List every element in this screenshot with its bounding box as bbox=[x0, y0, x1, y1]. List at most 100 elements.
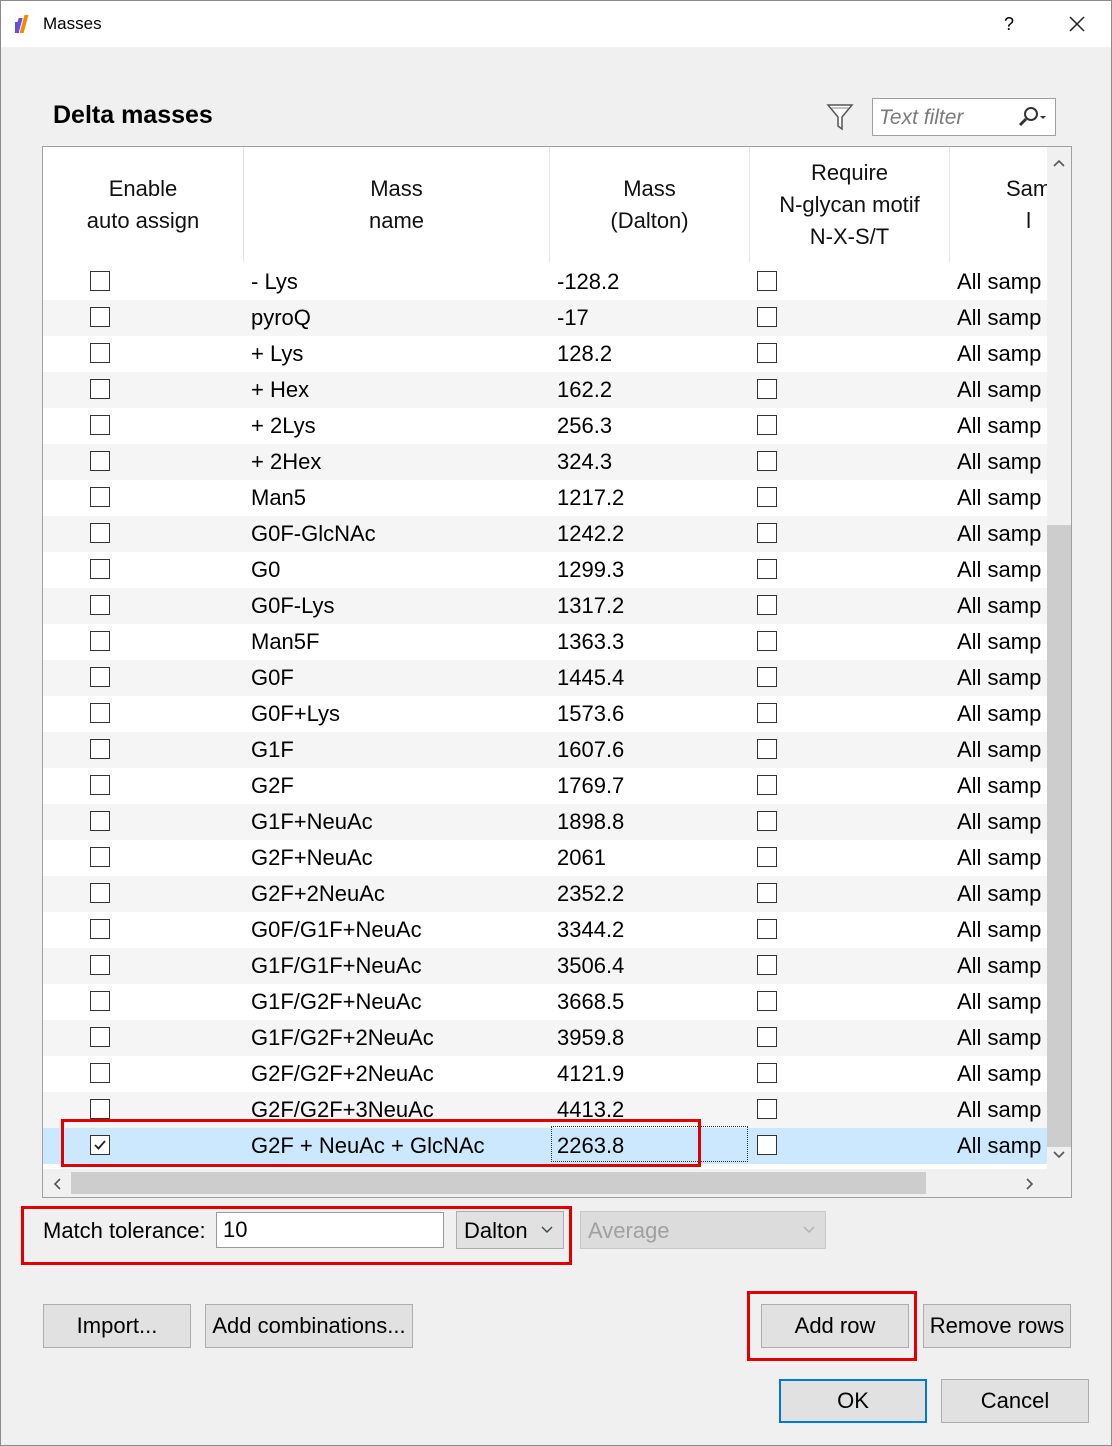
mass-name-cell[interactable]: G1F/G2F+2NeuAc bbox=[251, 1020, 546, 1056]
remove-rows-button[interactable]: Remove rows bbox=[923, 1304, 1071, 1348]
mass-value-cell[interactable]: 1769.7 bbox=[557, 768, 747, 804]
enable-auto-assign-checkbox[interactable] bbox=[90, 379, 110, 399]
mass-name-cell[interactable]: G0F-Lys bbox=[251, 588, 546, 624]
horizontal-scrollbar-thumb[interactable] bbox=[71, 1172, 926, 1194]
table-row[interactable]: + Lys 128.2 All samp bbox=[43, 336, 1047, 372]
table-row[interactable]: G0 1299.3 All samp bbox=[43, 552, 1047, 588]
samples-cell[interactable]: All samp bbox=[957, 732, 1047, 768]
require-motif-checkbox[interactable] bbox=[757, 847, 777, 867]
import-button[interactable]: Import... bbox=[43, 1304, 191, 1348]
mass-name-cell[interactable]: G0F/G1F+NeuAc bbox=[251, 912, 546, 948]
table-row[interactable]: - Lys -128.2 All samp bbox=[43, 264, 1047, 300]
enable-auto-assign-checkbox[interactable] bbox=[90, 667, 110, 687]
enable-auto-assign-checkbox[interactable] bbox=[90, 307, 110, 327]
enable-auto-assign-checkbox[interactable] bbox=[90, 811, 110, 831]
mass-name-cell[interactable]: G1F bbox=[251, 732, 546, 768]
mass-name-cell[interactable]: + 2Hex bbox=[251, 444, 546, 480]
samples-cell[interactable]: All samp bbox=[957, 336, 1047, 372]
table-row[interactable]: pyroQ -17 All samp bbox=[43, 300, 1047, 336]
mass-name-cell[interactable]: Man5 bbox=[251, 480, 546, 516]
table-row[interactable]: + 2Lys 256.3 All samp bbox=[43, 408, 1047, 444]
column-header-mass-dalton[interactable]: Mass (Dalton) bbox=[550, 147, 750, 262]
require-motif-checkbox[interactable] bbox=[757, 667, 777, 687]
enable-auto-assign-checkbox[interactable] bbox=[90, 775, 110, 795]
mass-name-cell[interactable]: G1F/G2F+NeuAc bbox=[251, 984, 546, 1020]
mass-name-cell[interactable]: G2F bbox=[251, 768, 546, 804]
column-header-require-motif[interactable]: Require N-glycan motif N-X-S/T bbox=[750, 147, 950, 262]
samples-cell[interactable]: All samp bbox=[957, 768, 1047, 804]
table-row[interactable]: G0F+Lys 1573.6 All samp bbox=[43, 696, 1047, 732]
enable-auto-assign-checkbox[interactable] bbox=[90, 1027, 110, 1047]
table-row[interactable]: G2F/G2F+3NeuAc 4413.2 All samp bbox=[43, 1092, 1047, 1128]
mass-value-cell[interactable]: 3668.5 bbox=[557, 984, 747, 1020]
enable-auto-assign-checkbox[interactable] bbox=[90, 1063, 110, 1083]
samples-cell[interactable]: All samp bbox=[957, 804, 1047, 840]
mass-value-cell[interactable]: -17 bbox=[557, 300, 747, 336]
mass-value-cell[interactable]: 1445.4 bbox=[557, 660, 747, 696]
table-row[interactable]: G0F-Lys 1317.2 All samp bbox=[43, 588, 1047, 624]
mass-value-cell[interactable]: 1317.2 bbox=[557, 588, 747, 624]
filter-icon[interactable] bbox=[825, 101, 855, 133]
column-header-mass-name[interactable]: Mass name bbox=[244, 147, 550, 262]
mass-value-cell[interactable]: 3506.4 bbox=[557, 948, 747, 984]
add-row-button[interactable]: Add row bbox=[761, 1304, 909, 1348]
enable-auto-assign-checkbox[interactable] bbox=[90, 703, 110, 723]
samples-cell[interactable]: All samp bbox=[957, 948, 1047, 984]
mass-name-cell[interactable]: G2F/G2F+3NeuAc bbox=[251, 1092, 546, 1128]
table-row[interactable]: G0F/G1F+NeuAc 3344.2 All samp bbox=[43, 912, 1047, 948]
samples-cell[interactable]: All samp bbox=[957, 1020, 1047, 1056]
enable-auto-assign-checkbox[interactable] bbox=[90, 631, 110, 651]
scroll-down-arrow-icon[interactable] bbox=[1049, 1145, 1069, 1165]
samples-cell[interactable]: All samp bbox=[957, 1128, 1047, 1164]
enable-auto-assign-checkbox[interactable] bbox=[90, 991, 110, 1011]
mass-name-cell[interactable]: + Hex bbox=[251, 372, 546, 408]
table-row[interactable]: + 2Hex 324.3 All samp bbox=[43, 444, 1047, 480]
table-row[interactable]: G1F 1607.6 All samp bbox=[43, 732, 1047, 768]
require-motif-checkbox[interactable] bbox=[757, 703, 777, 723]
tolerance-unit-select[interactable]: Dalton bbox=[456, 1211, 564, 1249]
samples-cell[interactable]: All samp bbox=[957, 1092, 1047, 1128]
mass-value-cell[interactable]: -128.2 bbox=[557, 264, 747, 300]
samples-cell[interactable]: All samp bbox=[957, 444, 1047, 480]
require-motif-checkbox[interactable] bbox=[757, 955, 777, 975]
table-row[interactable]: G2F 1769.7 All samp bbox=[43, 768, 1047, 804]
enable-auto-assign-checkbox[interactable] bbox=[90, 1135, 110, 1155]
mass-value-cell[interactable]: 2061 bbox=[557, 840, 747, 876]
require-motif-checkbox[interactable] bbox=[757, 1135, 777, 1155]
require-motif-checkbox[interactable] bbox=[757, 631, 777, 651]
mass-value-cell[interactable]: 1299.3 bbox=[557, 552, 747, 588]
mass-value-cell[interactable]: 324.3 bbox=[557, 444, 747, 480]
require-motif-checkbox[interactable] bbox=[757, 415, 777, 435]
mass-value-cell[interactable]: 162.2 bbox=[557, 372, 747, 408]
table-row[interactable]: G2F+2NeuAc 2352.2 All samp bbox=[43, 876, 1047, 912]
table-row[interactable]: G0F 1445.4 All samp bbox=[43, 660, 1047, 696]
samples-cell[interactable]: All samp bbox=[957, 264, 1047, 300]
mass-name-cell[interactable]: pyroQ bbox=[251, 300, 546, 336]
samples-cell[interactable]: All samp bbox=[957, 840, 1047, 876]
enable-auto-assign-checkbox[interactable] bbox=[90, 955, 110, 975]
mass-value-cell[interactable]: 3344.2 bbox=[557, 912, 747, 948]
enable-auto-assign-checkbox[interactable] bbox=[90, 523, 110, 543]
mass-value-cell[interactable]: 1607.6 bbox=[557, 732, 747, 768]
samples-cell[interactable]: All samp bbox=[957, 1056, 1047, 1092]
enable-auto-assign-checkbox[interactable] bbox=[90, 1099, 110, 1119]
ok-button[interactable]: OK bbox=[779, 1379, 927, 1423]
add-combinations-button[interactable]: Add combinations... bbox=[205, 1304, 413, 1348]
mass-name-cell[interactable]: G0 bbox=[251, 552, 546, 588]
require-motif-checkbox[interactable] bbox=[757, 1099, 777, 1119]
enable-auto-assign-checkbox[interactable] bbox=[90, 919, 110, 939]
enable-auto-assign-checkbox[interactable] bbox=[90, 451, 110, 471]
samples-cell[interactable]: All samp bbox=[957, 588, 1047, 624]
samples-cell[interactable]: All samp bbox=[957, 408, 1047, 444]
enable-auto-assign-checkbox[interactable] bbox=[90, 343, 110, 363]
require-motif-checkbox[interactable] bbox=[757, 271, 777, 291]
mass-name-cell[interactable]: + 2Lys bbox=[251, 408, 546, 444]
help-button[interactable]: ? bbox=[997, 9, 1021, 39]
require-motif-checkbox[interactable] bbox=[757, 559, 777, 579]
mass-name-cell[interactable]: - Lys bbox=[251, 264, 546, 300]
mass-name-cell[interactable]: G1F/G1F+NeuAc bbox=[251, 948, 546, 984]
require-motif-checkbox[interactable] bbox=[757, 595, 777, 615]
mass-value-cell[interactable]: 2352.2 bbox=[557, 876, 747, 912]
table-row[interactable]: + Hex 162.2 All samp bbox=[43, 372, 1047, 408]
enable-auto-assign-checkbox[interactable] bbox=[90, 595, 110, 615]
